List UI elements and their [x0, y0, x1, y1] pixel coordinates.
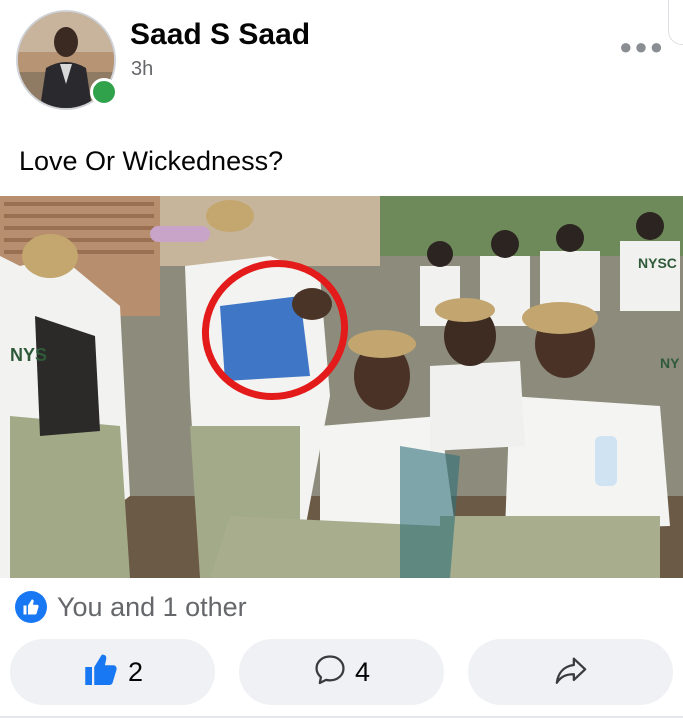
- shirt-text-left: NYS: [10, 345, 47, 365]
- author-name[interactable]: Saad S Saad: [130, 18, 310, 52]
- post-timestamp[interactable]: 3h: [131, 58, 153, 81]
- comment-count: 4: [354, 656, 371, 687]
- shirt-text-far-right: NY: [660, 355, 680, 371]
- more-options-icon[interactable]: ●●●: [619, 34, 665, 60]
- like-count: 2: [127, 656, 144, 687]
- like-badge-icon: [15, 591, 47, 623]
- online-status-dot: [90, 78, 118, 106]
- share-arrow-icon: [553, 653, 589, 692]
- panel-corner: [668, 0, 683, 45]
- author-avatar[interactable]: [16, 10, 118, 110]
- reaction-summary[interactable]: You and 1 other: [15, 590, 247, 624]
- comment-bubble-icon: [313, 653, 347, 692]
- thumbs-up-icon: [82, 652, 120, 693]
- post-header: Saad S Saad 3h ●●●: [0, 0, 683, 120]
- post-caption: Love Or Wickedness?: [19, 146, 284, 176]
- action-bar: 2 4: [10, 639, 673, 705]
- share-button[interactable]: [468, 639, 673, 705]
- post-photo[interactable]: NYS NYSC NY: [0, 196, 683, 578]
- shirt-text-right-top: NYSC: [638, 255, 677, 271]
- reaction-summary-text: You and 1 other: [57, 591, 247, 622]
- comment-button[interactable]: 4: [239, 639, 444, 705]
- like-button[interactable]: 2: [10, 639, 215, 705]
